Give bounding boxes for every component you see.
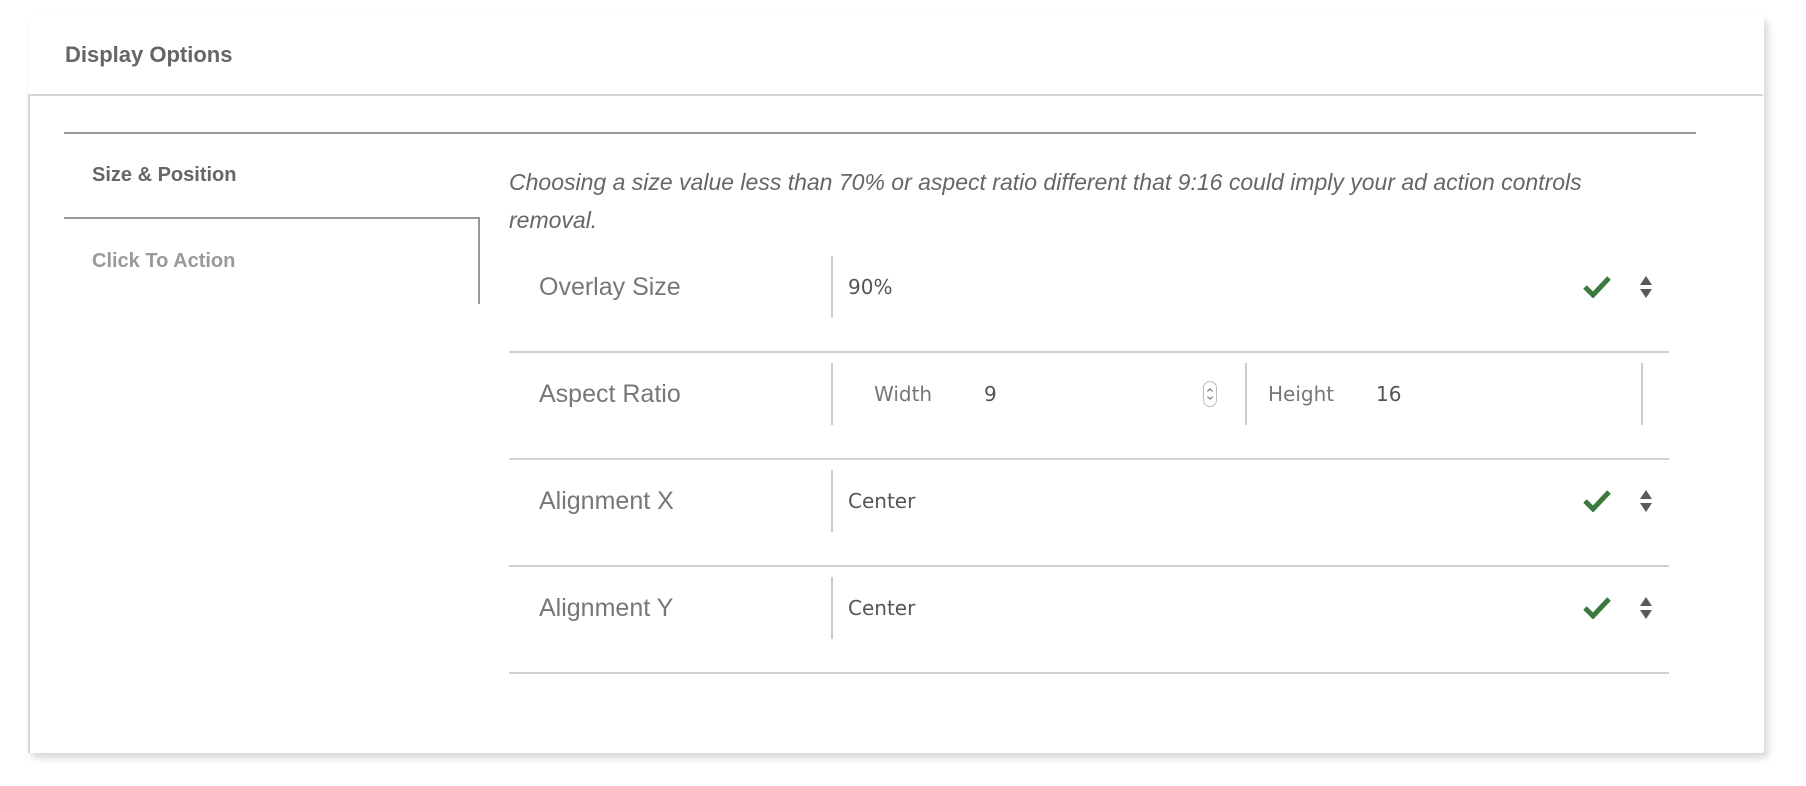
- aspect-ratio-label: Aspect Ratio: [539, 379, 681, 408]
- alignment-y-select[interactable]: Center: [848, 567, 915, 649]
- select-arrows-icon[interactable]: [1639, 489, 1653, 513]
- row-divider: [1641, 363, 1643, 425]
- row-divider: [831, 577, 833, 639]
- aspect-ratio-row: Aspect Ratio Width 9 Height 16: [509, 353, 1669, 460]
- row-divider: [1245, 363, 1247, 425]
- alignment-x-row: Alignment X Center: [509, 460, 1669, 567]
- width-label: Width: [874, 382, 933, 406]
- row-divider: [831, 256, 833, 318]
- row-divider: [831, 470, 833, 532]
- height-input[interactable]: 16: [1376, 353, 1401, 435]
- panel-title: Display Options: [65, 42, 233, 67]
- tab-size-position[interactable]: Size & Position: [92, 164, 236, 187]
- tabs-divider: [64, 132, 1696, 134]
- alignment-x-select[interactable]: Center: [848, 460, 915, 542]
- tab-click-to-action[interactable]: Click To Action: [92, 250, 235, 273]
- overlay-size-select[interactable]: 90%: [848, 246, 892, 328]
- alignment-y-label: Alignment Y: [539, 593, 674, 622]
- overlay-size-row: Overlay Size 90%: [509, 246, 1669, 353]
- width-spinner-icon[interactable]: [1203, 381, 1217, 407]
- height-label: Height: [1268, 382, 1335, 406]
- valid-check-icon: [1583, 597, 1611, 619]
- select-arrows-icon[interactable]: [1639, 596, 1653, 620]
- width-input[interactable]: 9: [984, 353, 997, 435]
- alignment-y-row: Alignment Y Center: [509, 567, 1669, 674]
- overlay-size-label: Overlay Size: [539, 272, 681, 301]
- row-divider: [831, 363, 833, 425]
- select-arrows-icon[interactable]: [1639, 275, 1653, 299]
- size-warning-notice: Choosing a size value less than 70% or a…: [509, 169, 1582, 233]
- valid-check-icon: [1583, 490, 1611, 512]
- alignment-x-label: Alignment X: [539, 486, 674, 515]
- valid-check-icon: [1583, 276, 1611, 298]
